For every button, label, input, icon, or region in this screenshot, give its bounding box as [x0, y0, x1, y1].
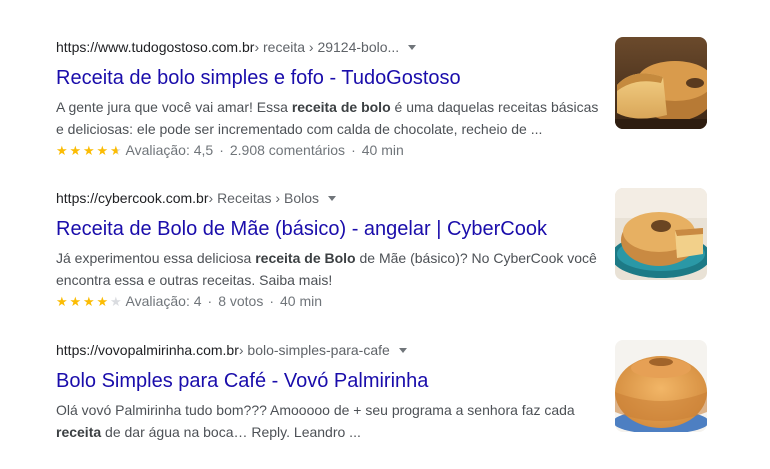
result-breadcrumb: › Receitas › Bolos — [208, 190, 319, 206]
ring-cake-image[interactable] — [615, 340, 707, 432]
rating-text: Avaliação: 4 — [125, 293, 202, 309]
rating-row: ★ ★ ★ ★ ★ Avaliação: 4 · 8 votos · 40 min — [56, 291, 716, 311]
chevron-down-icon[interactable] — [408, 45, 417, 50]
search-results-page: https://www.tudogostoso.com.br › receita… — [0, 0, 770, 469]
star-icon: ★ — [69, 293, 82, 309]
star-icon: ★ — [96, 142, 109, 158]
review-count: 2.908 comentários — [229, 142, 346, 158]
bundt-cake-slice-image[interactable] — [615, 37, 707, 129]
result-breadcrumb: › receita › 29124-bolo... — [254, 39, 400, 55]
chevron-down-icon[interactable] — [328, 196, 336, 201]
result-domain: https://cybercook.com.br — [56, 190, 209, 206]
star-icon: ★ — [56, 142, 68, 158]
rating-text: Avaliação: 4,5 — [125, 142, 214, 158]
cake-on-blue-plate-image[interactable] — [615, 188, 707, 280]
snippet-highlight: receita de Bolo — [255, 250, 356, 266]
half-star-icon: ★ — [110, 142, 122, 158]
snippet-highlight: receita — [56, 424, 102, 440]
separator: · — [269, 293, 274, 309]
star-icon: ★ — [96, 293, 109, 309]
empty-star-icon: ★ — [110, 293, 122, 309]
star-icon: ★ — [56, 293, 68, 309]
review-count: 8 votos — [218, 293, 264, 309]
rating-stars: ★ ★ ★ ★ ★ — [56, 144, 124, 157]
cook-time: 40 min — [361, 142, 404, 158]
rating-row: ★ ★ ★ ★ ★ Avaliação: 4,5 · 2.908 comentários… — [56, 140, 716, 160]
star-icon: ★ — [83, 142, 95, 158]
separator: · — [207, 293, 213, 309]
separator: · — [351, 142, 356, 158]
result-snippet: Já experimentou essa deliciosa receita d… — [56, 250, 597, 288]
star-icon: ★ — [83, 293, 95, 309]
result-snippet: Olá vovó Palmirinha tudo bom??? Amooooo … — [56, 402, 575, 440]
chevron-down-icon[interactable] — [398, 348, 407, 353]
separator: · — [219, 142, 224, 158]
result-domain: https://www.tudogostoso.com.br — [56, 39, 255, 55]
result-snippet: A gente jura que você vai amar! Essa rec… — [56, 99, 599, 137]
result-breadcrumb: › bolo-simples-para-cafe — [238, 342, 390, 358]
rating-stars: ★ ★ ★ ★ ★ — [56, 295, 124, 308]
result-domain: https://vovopalmirinha.com.br — [56, 342, 239, 358]
snippet-highlight: receita de bolo — [291, 99, 391, 115]
star-icon: ★ — [69, 142, 82, 158]
cook-time: 40 min — [280, 293, 323, 309]
